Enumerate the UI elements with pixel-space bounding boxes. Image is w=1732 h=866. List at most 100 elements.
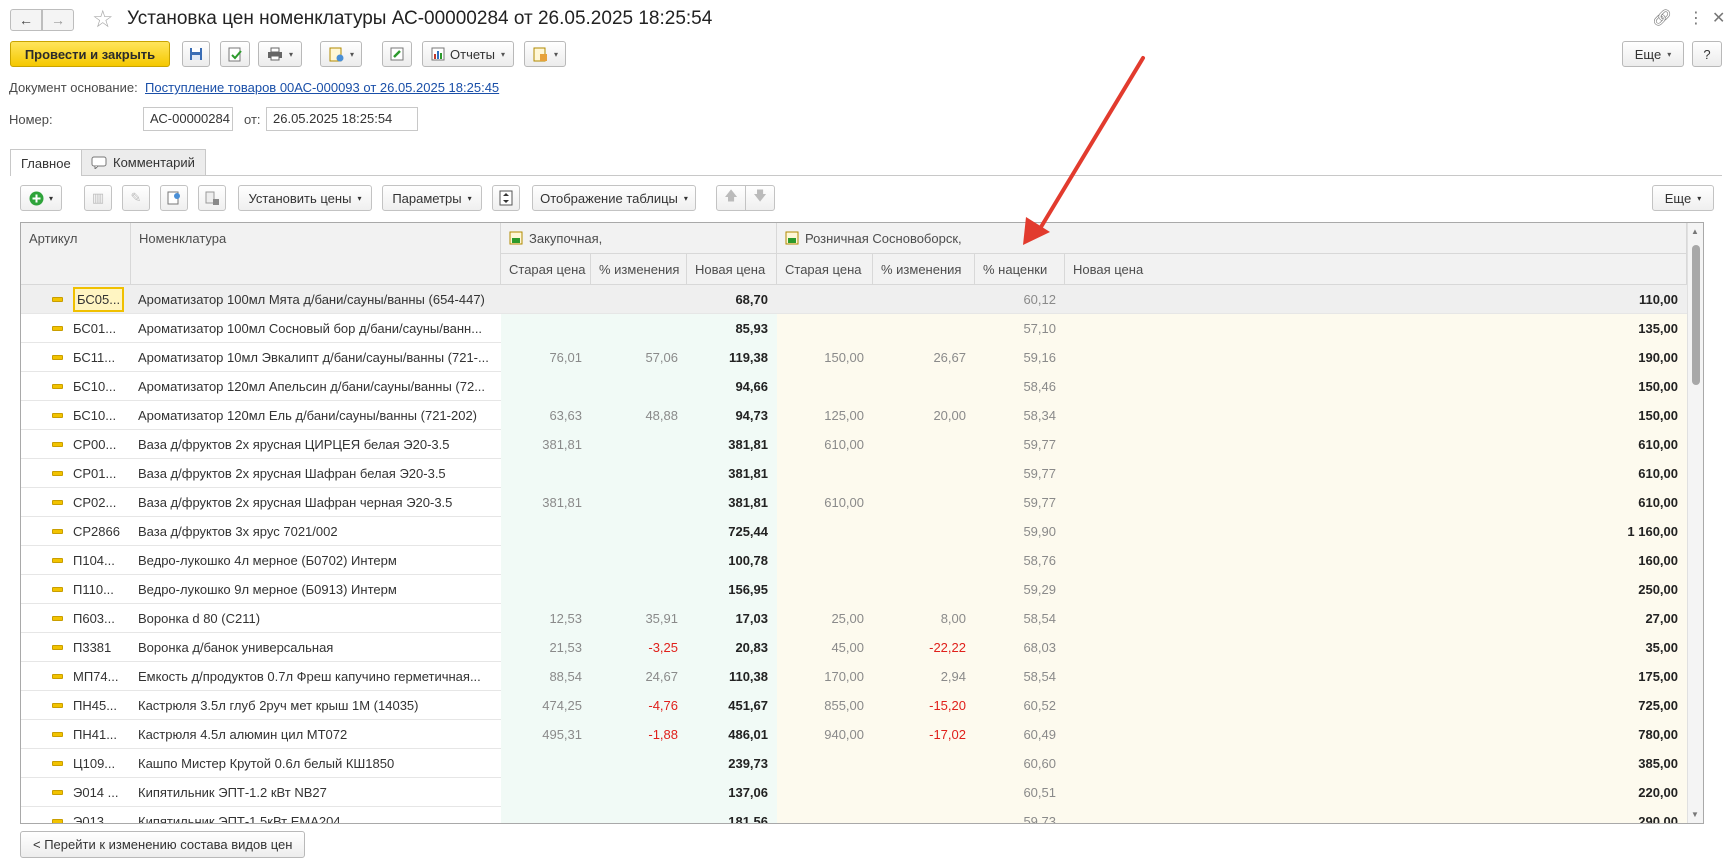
cell-r-pct[interactable]: 26,67 bbox=[873, 343, 975, 372]
cell-p-new[interactable]: 20,83 bbox=[687, 633, 777, 662]
cell-p-old[interactable] bbox=[501, 778, 591, 807]
link-icon[interactable]: 🔗︎ bbox=[1652, 8, 1672, 28]
save-button[interactable] bbox=[182, 41, 210, 67]
table-row[interactable]: БС05... Ароматизатор 100мл Мята д/бани/са… bbox=[21, 285, 1687, 314]
cell-p-pct[interactable]: 24,67 bbox=[591, 662, 687, 691]
date-field[interactable]: 26.05.2025 18:25:54 bbox=[266, 107, 418, 131]
col-retail-pct-change[interactable]: % изменения bbox=[873, 254, 975, 285]
cell-markup[interactable]: 59,77 bbox=[975, 430, 1065, 459]
table-row[interactable]: МП74... Емкость д/продуктов 0.7л Фреш кап… bbox=[21, 662, 1687, 691]
close-icon[interactable]: ✕ bbox=[1712, 8, 1725, 28]
cell-article[interactable]: Э014 ... bbox=[21, 778, 131, 807]
table-row[interactable]: СР02... Ваза д/фруктов 2х ярусная Шафран … bbox=[21, 488, 1687, 517]
cell-r-old[interactable] bbox=[777, 517, 873, 546]
barcode-button[interactable]: ▥ bbox=[84, 185, 112, 211]
cell-p-pct[interactable]: -3,25 bbox=[591, 633, 687, 662]
cell-p-old[interactable] bbox=[501, 285, 591, 314]
cell-name[interactable]: Ароматизатор 10мл Эвкалипт д/бани/сауны/… bbox=[131, 343, 501, 372]
cell-p-pct[interactable] bbox=[591, 807, 687, 823]
cell-name[interactable]: Ароматизатор 100мл Сосновый бор д/бани/с… bbox=[131, 314, 501, 343]
cell-p-pct[interactable]: -4,76 bbox=[591, 691, 687, 720]
cell-r-new[interactable]: 27,00 bbox=[1065, 604, 1687, 633]
cell-r-old[interactable] bbox=[777, 285, 873, 314]
cell-article[interactable]: БС01... bbox=[21, 314, 131, 343]
eraser-button[interactable]: ✎ bbox=[122, 185, 150, 211]
cell-r-new[interactable]: 190,00 bbox=[1065, 343, 1687, 372]
cell-r-pct[interactable] bbox=[873, 314, 975, 343]
cell-r-pct[interactable]: 20,00 bbox=[873, 401, 975, 430]
cell-p-pct[interactable] bbox=[591, 285, 687, 314]
cell-r-new[interactable]: 220,00 bbox=[1065, 778, 1687, 807]
col-purchase-pct-change[interactable]: % изменения bbox=[591, 254, 687, 285]
cell-name[interactable]: Ведро-лукошко 4л мерное (Б0702) Интерм bbox=[131, 546, 501, 575]
cell-p-old[interactable]: 12,53 bbox=[501, 604, 591, 633]
cell-markup[interactable]: 59,73 bbox=[975, 807, 1065, 823]
cell-name[interactable]: Кипятильник ЭПТ-1.5кВт ЕМА204 bbox=[131, 807, 501, 823]
cell-markup[interactable]: 59,29 bbox=[975, 575, 1065, 604]
cell-r-old[interactable]: 610,00 bbox=[777, 488, 873, 517]
cell-p-old[interactable]: 21,53 bbox=[501, 633, 591, 662]
cell-r-pct[interactable] bbox=[873, 807, 975, 823]
cell-markup[interactable]: 59,16 bbox=[975, 343, 1065, 372]
cell-markup[interactable]: 59,90 bbox=[975, 517, 1065, 546]
cell-r-pct[interactable] bbox=[873, 488, 975, 517]
cell-article[interactable]: П110... bbox=[21, 575, 131, 604]
cell-p-pct[interactable] bbox=[591, 488, 687, 517]
cell-markup[interactable]: 57,10 bbox=[975, 314, 1065, 343]
post-and-close-button[interactable]: Провести и закрыть bbox=[10, 41, 170, 67]
table-row[interactable]: Э013... Кипятильник ЭПТ-1.5кВт ЕМА204 181,… bbox=[21, 807, 1687, 823]
cell-r-pct[interactable] bbox=[873, 459, 975, 488]
create-based-on-button[interactable]: ▾ bbox=[320, 41, 362, 67]
cell-r-new[interactable]: 150,00 bbox=[1065, 372, 1687, 401]
cell-name[interactable]: Ароматизатор 100мл Мята д/бани/сауны/ван… bbox=[131, 285, 501, 314]
cell-r-old[interactable]: 940,00 bbox=[777, 720, 873, 749]
cell-name[interactable]: Ароматизатор 120мл Апельсин д/бани/сауны… bbox=[131, 372, 501, 401]
cell-markup[interactable]: 60,49 bbox=[975, 720, 1065, 749]
cell-r-pct[interactable]: 2,94 bbox=[873, 662, 975, 691]
cell-name[interactable]: Кастрюля 4.5л алюмин цил МТ072 bbox=[131, 720, 501, 749]
forward-button[interactable]: → bbox=[42, 9, 74, 31]
cell-name[interactable]: Воронка d 80 (С211) bbox=[131, 604, 501, 633]
col-article-header[interactable]: Артикул bbox=[21, 223, 131, 285]
cell-r-old[interactable]: 150,00 bbox=[777, 343, 873, 372]
cell-r-new[interactable]: 610,00 bbox=[1065, 459, 1687, 488]
star-icon[interactable]: ☆ bbox=[92, 5, 114, 34]
cell-markup[interactable]: 60,12 bbox=[975, 285, 1065, 314]
cell-markup[interactable]: 60,51 bbox=[975, 778, 1065, 807]
cell-name[interactable]: Ваза д/фруктов 2х ярусная Шафран белая Э… bbox=[131, 459, 501, 488]
vertical-scrollbar[interactable]: ▲ ▼ bbox=[1687, 223, 1703, 823]
table-row[interactable]: П110... Ведро-лукошко 9л мерное (Б0913) И… bbox=[21, 575, 1687, 604]
cell-p-new[interactable]: 156,95 bbox=[687, 575, 777, 604]
cell-p-pct[interactable] bbox=[591, 459, 687, 488]
cell-article[interactable]: П104... bbox=[21, 546, 131, 575]
cell-p-old[interactable]: 495,31 bbox=[501, 720, 591, 749]
cell-p-new[interactable]: 381,81 bbox=[687, 459, 777, 488]
attachments-button[interactable]: ▾ bbox=[524, 41, 566, 67]
cell-article[interactable]: СР00... bbox=[21, 430, 131, 459]
cell-r-new[interactable]: 1 160,00 bbox=[1065, 517, 1687, 546]
cell-p-new[interactable]: 239,73 bbox=[687, 749, 777, 778]
cell-r-new[interactable]: 35,00 bbox=[1065, 633, 1687, 662]
cell-r-new[interactable]: 290,00 bbox=[1065, 807, 1687, 823]
parameters-button[interactable]: Параметры ▾ bbox=[382, 185, 482, 211]
col-purchase-new-price[interactable]: Новая цена bbox=[687, 254, 777, 285]
cell-markup[interactable]: 59,77 bbox=[975, 488, 1065, 517]
move-up-button[interactable]: 🡅 bbox=[716, 185, 746, 211]
cell-r-pct[interactable] bbox=[873, 517, 975, 546]
edit-button[interactable] bbox=[382, 41, 412, 67]
cell-markup[interactable]: 68,03 bbox=[975, 633, 1065, 662]
move-down-button[interactable]: 🡇 bbox=[745, 185, 775, 211]
table-row[interactable]: Э014 ... Кипятильник ЭПТ-1.2 кВт NB27 137,… bbox=[21, 778, 1687, 807]
cell-name[interactable]: Кипятильник ЭПТ-1.2 кВт NB27 bbox=[131, 778, 501, 807]
back-button[interactable]: ← bbox=[10, 9, 42, 31]
cell-p-new[interactable]: 381,81 bbox=[687, 430, 777, 459]
scroll-down-icon[interactable]: ▼ bbox=[1691, 810, 1699, 819]
cell-article[interactable]: ПН45... bbox=[21, 691, 131, 720]
cell-p-new[interactable]: 94,66 bbox=[687, 372, 777, 401]
cell-article[interactable]: СР2866 bbox=[21, 517, 131, 546]
table-row[interactable]: БС01... Ароматизатор 100мл Сосновый бор д… bbox=[21, 314, 1687, 343]
cell-r-pct[interactable]: -17,02 bbox=[873, 720, 975, 749]
cell-r-old[interactable] bbox=[777, 314, 873, 343]
cell-article[interactable]: П3381 bbox=[21, 633, 131, 662]
cell-markup[interactable]: 58,54 bbox=[975, 662, 1065, 691]
